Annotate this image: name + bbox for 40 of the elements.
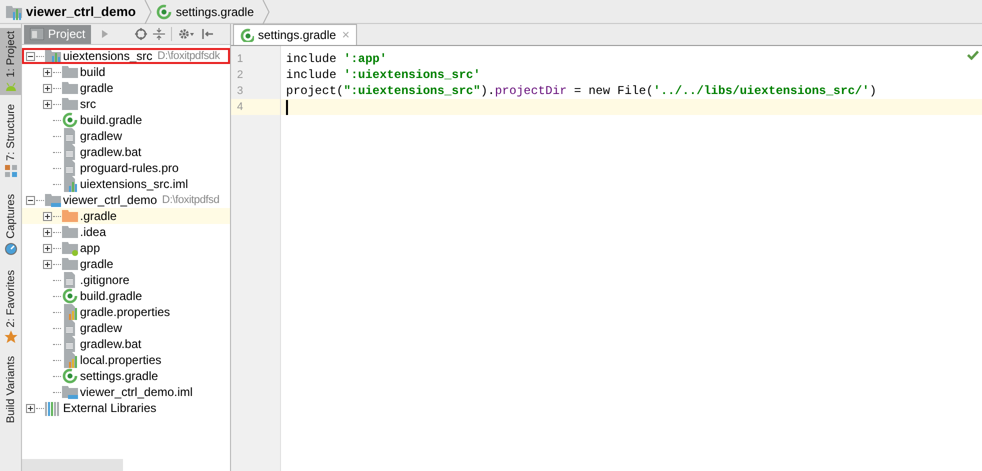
tree-row[interactable]: gradlew.bat: [22, 336, 230, 352]
tree-row[interactable]: uiextensions_src.iml: [22, 176, 230, 192]
tool-window-tab[interactable]: Build Variants: [0, 353, 21, 426]
tree-row[interactable]: .gradle: [22, 208, 230, 224]
tree-row[interactable]: src: [22, 96, 230, 112]
tree-row[interactable]: build: [22, 64, 230, 80]
tree-row[interactable]: gradlew: [22, 320, 230, 336]
tree-row[interactable]: local.properties: [22, 352, 230, 368]
line-number: 3: [236, 84, 244, 99]
line-number: 4: [231, 99, 280, 115]
tree-row[interactable]: gradlew.bat: [22, 144, 230, 160]
module-path: D:\foxitpdfsdk: [157, 48, 220, 64]
breadcrumb[interactable]: viewer_ctrl_demo: [26, 2, 136, 22]
tool-window-tab[interactable]: 7: Structure: [0, 101, 21, 182]
tree-row[interactable]: .idea: [22, 224, 230, 240]
tool-window-tab[interactable]: Captures: [0, 191, 21, 259]
tree-row[interactable]: build.gradle: [22, 288, 230, 304]
line-number: 2: [236, 68, 244, 83]
editor-tab[interactable]: settings.gradle ×: [233, 24, 357, 45]
tree-row[interactable]: gradlew: [22, 128, 230, 144]
tree-row[interactable]: proguard-rules.pro: [22, 160, 230, 176]
breadcrumb[interactable]: settings.gradle: [176, 2, 254, 20]
tree-row[interactable]: uiextensions_src D:\foxitpdfsdk: [22, 48, 230, 64]
tree-row[interactable]: .gitignore: [22, 272, 230, 288]
tree-row[interactable]: gradle: [22, 256, 230, 272]
tree-row[interactable]: build.gradle: [22, 112, 230, 128]
code-line: include ':app': [286, 51, 387, 67]
tree-row[interactable]: viewer_ctrl_demo D:\foxitpdfsd: [22, 192, 230, 208]
line-number: 1: [236, 52, 244, 67]
tree-row[interactable]: settings.gradle: [22, 368, 230, 384]
tree-row[interactable]: gradle.properties: [22, 304, 230, 320]
tree-row[interactable]: app: [22, 240, 230, 256]
code-line: project(":uiextensions_src").projectDir = new File('../../libs/uiextensions_src/'): [286, 83, 877, 99]
tree-row[interactable]: viewer_ctrl_demo.iml: [22, 384, 230, 400]
tree-row[interactable]: External Libraries: [22, 400, 230, 416]
code-line: include ':uiextensions_src': [286, 67, 480, 83]
tool-window-tab[interactable]: 2: Favorites: [0, 266, 21, 348]
tree-row[interactable]: gradle: [22, 80, 230, 96]
tool-window-tab[interactable]: 1: Project: [0, 28, 21, 96]
module-path: D:\foxitpdfsd: [162, 192, 220, 208]
